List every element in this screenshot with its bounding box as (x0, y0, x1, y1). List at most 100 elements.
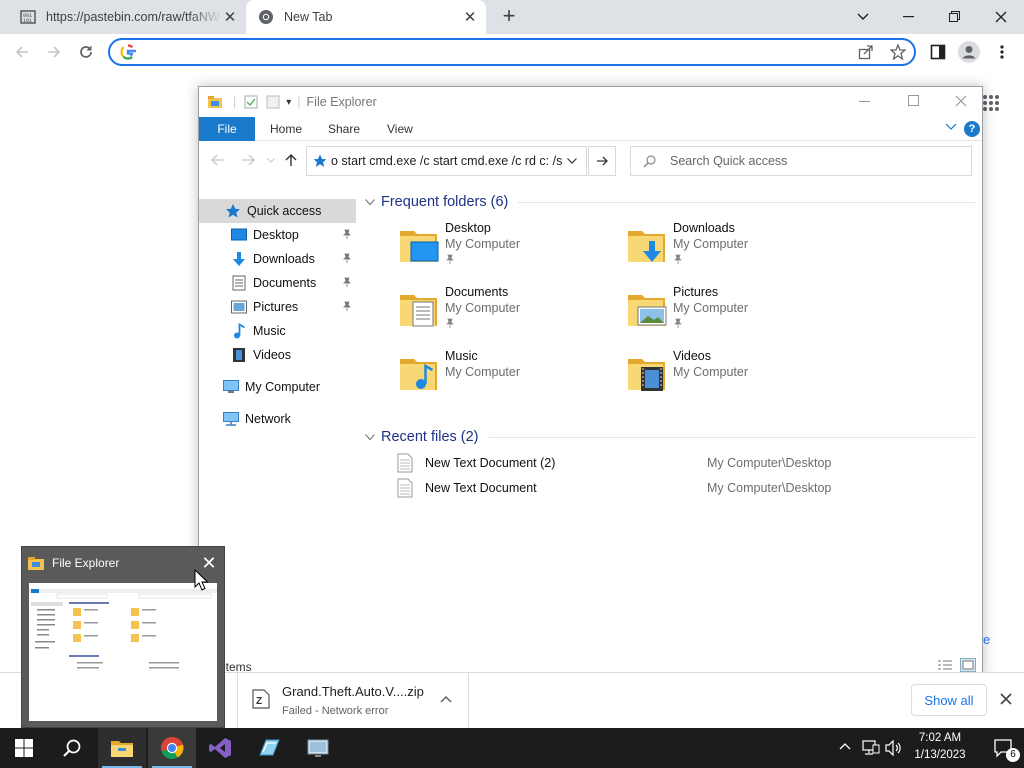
reload-button[interactable] (72, 34, 100, 70)
pin-icon[interactable] (342, 229, 352, 239)
new-folder-quick-icon[interactable] (266, 95, 280, 109)
nav-quick-access[interactable]: Quick access (199, 199, 356, 223)
pictures-icon (231, 299, 247, 315)
menu-dots-icon[interactable] (992, 42, 1012, 62)
ribbon-tab-share[interactable]: Share (328, 117, 360, 141)
explorer-maximize-button[interactable] (908, 95, 920, 107)
properties-quick-icon[interactable] (244, 95, 258, 109)
go-arrow-icon[interactable] (588, 146, 616, 176)
downloads-arrow-icon (231, 251, 247, 267)
pin-icon[interactable] (342, 301, 352, 311)
help-icon[interactable]: ? (964, 121, 980, 137)
folder-documents[interactable]: Documents My Computer (399, 285, 619, 345)
taskbar-clock[interactable]: 7:02 AM 1/13/2023 (906, 730, 974, 766)
nav-my-computer[interactable]: My Computer (199, 375, 356, 399)
file-path: My Computer\Desktop (707, 481, 832, 495)
file-explorer-taskbar-icon[interactable] (98, 728, 146, 768)
search-icon (643, 154, 656, 168)
pin-icon[interactable] (342, 277, 352, 287)
file-name: New Text Document (425, 481, 537, 495)
explorer-minimize-button[interactable] (859, 95, 871, 107)
start-button[interactable] (0, 728, 48, 768)
forward-button[interactable] (40, 34, 68, 70)
nav-item-videos[interactable]: Videos (199, 343, 356, 367)
nav-item-pictures[interactable]: Pictures (199, 295, 356, 319)
nav-item-documents[interactable]: Documents (199, 271, 356, 295)
notification-count-badge: 6 (1006, 748, 1020, 762)
explorer-app-icon (28, 556, 44, 570)
tab-search-chevron-icon[interactable] (840, 0, 886, 34)
recent-locations-chevron-icon[interactable] (267, 158, 275, 163)
tab-title: https://pastebin.com/raw/tfaNW (46, 10, 220, 24)
chrome-favicon-icon (258, 9, 274, 25)
nav-label: My Computer (245, 380, 321, 394)
nav-item-desktop[interactable]: Desktop (199, 223, 356, 247)
ribbon-tab-file[interactable]: File (199, 117, 255, 141)
back-button[interactable] (8, 34, 36, 70)
visual-studio-taskbar-icon[interactable] (196, 728, 244, 768)
text-document-icon (397, 478, 413, 498)
bookmark-star-icon[interactable] (888, 42, 908, 62)
ribbon-expand-chevron-icon[interactable] (945, 123, 957, 131)
collapse-chevron-icon (365, 198, 375, 206)
recent-file-row[interactable]: New Text Document My Computer\Desktop (397, 478, 977, 500)
recent-file-row[interactable]: New Text Document (2) My Computer\Deskto… (397, 453, 977, 475)
documents-icon (231, 275, 247, 291)
large-icons-view-icon[interactable] (960, 658, 976, 672)
volume-icon[interactable] (885, 740, 903, 756)
explorer-search-box[interactable]: Search Quick access (630, 146, 972, 176)
action-center-button[interactable]: 6 (984, 728, 1024, 768)
nav-label: Network (245, 412, 291, 426)
nav-label: Desktop (253, 228, 299, 242)
download-status: Failed - Network error (282, 705, 389, 717)
show-hidden-icons-chevron-icon[interactable] (839, 742, 851, 750)
ribbon-tab-view[interactable]: View (387, 117, 413, 141)
side-panel-icon[interactable] (928, 42, 948, 62)
tab-close-icon[interactable]: ✕ (222, 9, 238, 26)
minimize-button[interactable] (886, 0, 932, 34)
nav-network[interactable]: Network (199, 407, 356, 431)
chrome-taskbar-icon[interactable] (148, 728, 196, 768)
close-download-bar-icon[interactable] (1000, 693, 1012, 705)
profile-avatar[interactable] (958, 41, 980, 63)
recent-files-header[interactable]: Recent files (2) (365, 426, 975, 448)
download-options-chevron-icon[interactable] (440, 695, 452, 703)
remote-app-taskbar-icon[interactable] (294, 728, 342, 768)
folder-downloads[interactable]: Downloads My Computer (627, 221, 847, 281)
address-input[interactable] (144, 44, 914, 60)
apps-grid-icon[interactable] (982, 94, 1000, 112)
share-icon[interactable] (856, 42, 876, 62)
explorer-address-row: o start cmd.exe /c start cmd.exe /c rd c… (199, 141, 982, 181)
search-taskbar-button[interactable] (48, 728, 96, 768)
network-icon (223, 411, 239, 427)
app-taskbar-icon[interactable] (245, 728, 293, 768)
frequent-folders-header[interactable]: Frequent folders (6) (365, 191, 975, 213)
up-arrow-icon[interactable] (285, 153, 297, 167)
tab-pastebin[interactable]: 001 101 https://pastebin.com/raw/tfaNW ✕ (10, 0, 246, 34)
folder-pictures[interactable]: Pictures My Computer (627, 285, 847, 345)
explorer-address-box[interactable]: o start cmd.exe /c start cmd.exe /c rd c… (306, 146, 587, 176)
explorer-back-icon[interactable] (211, 154, 225, 166)
folder-videos[interactable]: Videos My Computer (627, 349, 847, 409)
tab-new-tab[interactable]: New Tab ✕ (246, 0, 486, 34)
nav-item-music[interactable]: Music (199, 319, 356, 343)
explorer-forward-icon[interactable] (241, 154, 255, 166)
details-view-icon[interactable] (937, 659, 953, 671)
folder-music[interactable]: Music My Computer (399, 349, 619, 409)
show-all-downloads-button[interactable]: Show all (911, 684, 987, 716)
tab-close-icon[interactable]: ✕ (462, 9, 478, 26)
folder-location: My Computer (673, 237, 749, 251)
download-item[interactable]: Z Grand.Theft.Auto.V....zip Failed - Net… (237, 673, 469, 729)
address-bar[interactable] (108, 38, 916, 66)
explorer-close-button[interactable] (955, 95, 967, 107)
address-dropdown-chevron-icon[interactable] (565, 158, 579, 164)
ribbon-tab-home[interactable]: Home (270, 117, 302, 141)
folder-desktop[interactable]: Desktop My Computer (399, 221, 619, 281)
nav-item-downloads[interactable]: Downloads (199, 247, 356, 271)
network-status-icon[interactable] (862, 740, 880, 756)
close-window-button[interactable] (978, 0, 1024, 34)
pin-icon[interactable] (342, 253, 352, 263)
new-tab-button[interactable]: + (498, 5, 520, 28)
customize-toolbar-icon[interactable]: ▾ (286, 97, 291, 108)
restore-button[interactable] (932, 0, 978, 34)
